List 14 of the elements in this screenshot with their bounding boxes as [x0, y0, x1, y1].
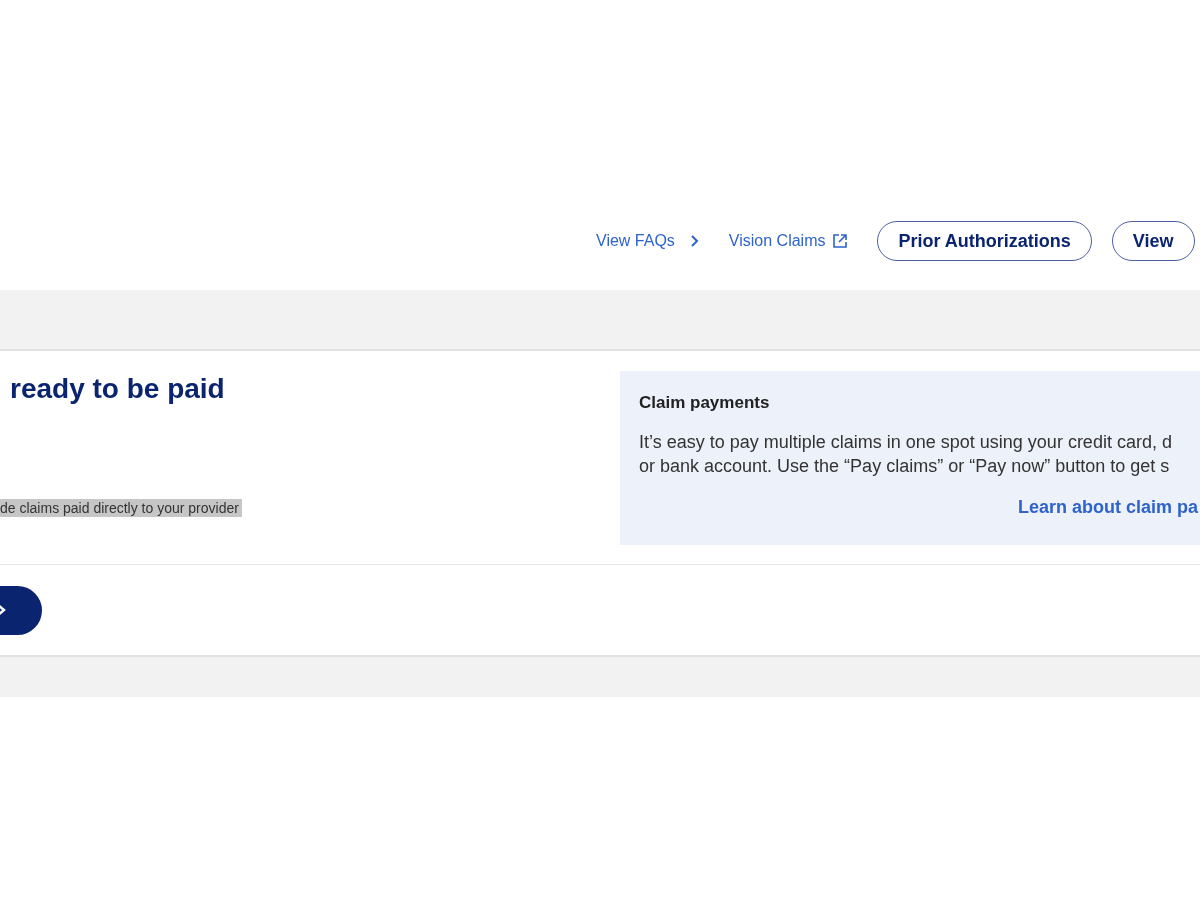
external-link-icon	[833, 234, 848, 248]
section-heading: ready to be paid	[10, 373, 225, 405]
next-button[interactable]	[0, 585, 42, 635]
chevron-icon	[690, 235, 699, 247]
faq-link[interactable]: View FAQs	[596, 232, 699, 250]
chevron-icon	[0, 603, 6, 617]
panel-title: Claim payments	[639, 393, 771, 413]
note-text: de claims paid directly to your provider	[0, 499, 242, 517]
outline-button[interactable]: View	[1111, 221, 1195, 261]
external-link[interactable]: Vision Claims	[728, 232, 848, 250]
outline-button[interactable]: Prior Authorizations	[877, 221, 1092, 261]
learn-link[interactable]: Learn about claim pa	[1018, 497, 1200, 518]
panel-text: It’s easy to pay multiple claims in one spot using your credit card, d	[639, 431, 1173, 454]
panel-text: or bank account. Use the “Pay claims” or “Pay now” button to get s	[639, 455, 1171, 478]
